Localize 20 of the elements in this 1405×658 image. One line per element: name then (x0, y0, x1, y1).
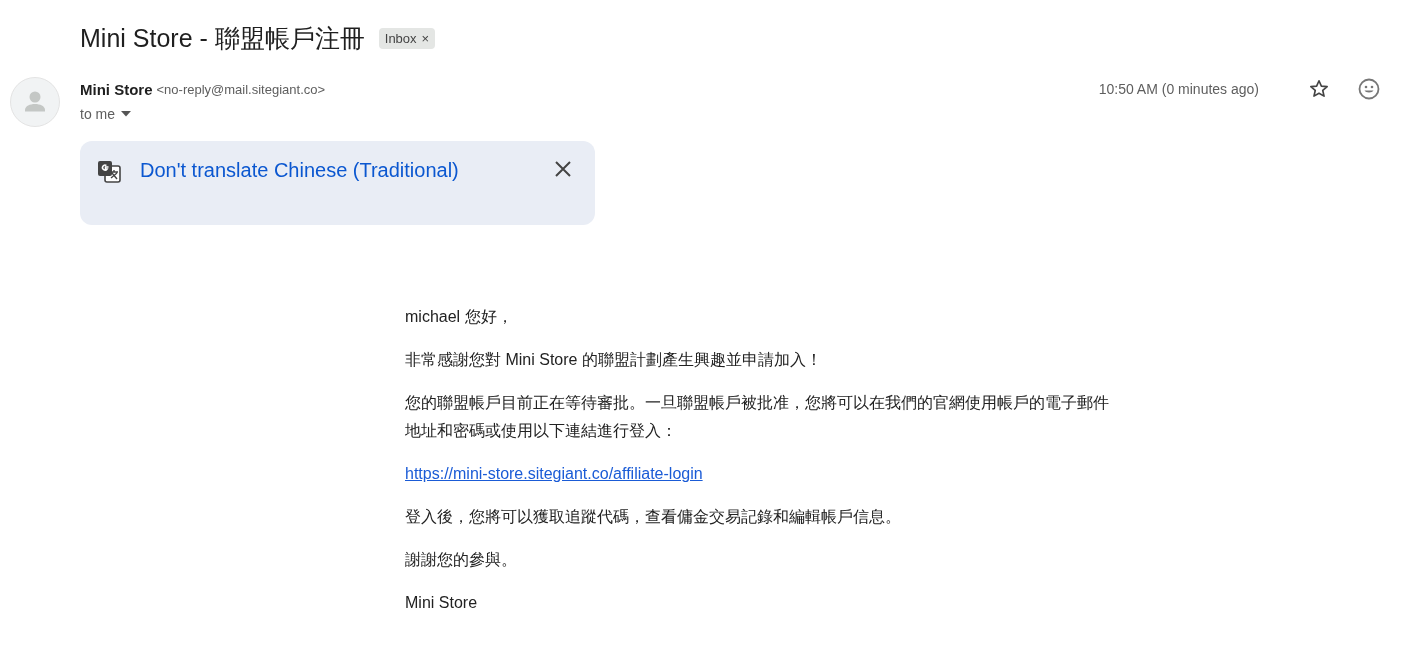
body-paragraph: 您的聯盟帳戶目前正在等待審批。一旦聯盟帳戶被批准，您將可以在我們的官網使用帳戶的電子郵件地址和密碼或使用以下連結進行登入： (405, 393, 1110, 441)
body-paragraph: 非常感謝您對 Mini Store 的聯盟計劃產生興趣並申請加入！ (405, 350, 823, 370)
dont-translate-link[interactable]: Don't translate Chinese (Traditional) (140, 159, 553, 182)
caret-icon (121, 111, 131, 117)
sender-name: Mini Store (80, 80, 153, 98)
remove-label-button[interactable]: × (421, 31, 430, 46)
email-subject: Mini Store - 聯盟帳戶注冊 (80, 23, 365, 54)
body-paragraph: 登入後，您將可以獲取追蹤代碼，查看傭金交易記錄和編輯帳戶信息。 (405, 507, 902, 527)
close-icon[interactable] (553, 159, 573, 179)
sender-address: <no-reply@mail.sitegiant.co> (156, 81, 326, 97)
received-time: 10:50 AM (0 minutes ago) (1098, 81, 1259, 97)
body-paragraph: Mini Store (405, 593, 479, 613)
body-paragraph: michael 您好， (405, 307, 514, 327)
label-text: Inbox (384, 31, 417, 46)
translate-icon (96, 159, 122, 185)
avatar-icon (10, 77, 60, 127)
recipient-dropdown[interactable]: to me (80, 106, 131, 122)
smiley-icon[interactable] (1357, 77, 1381, 101)
body-paragraph: 謝謝您的參與。 (405, 550, 518, 570)
login-link[interactable]: https://mini-store.sitegiant.co/affiliate-login (405, 460, 703, 488)
